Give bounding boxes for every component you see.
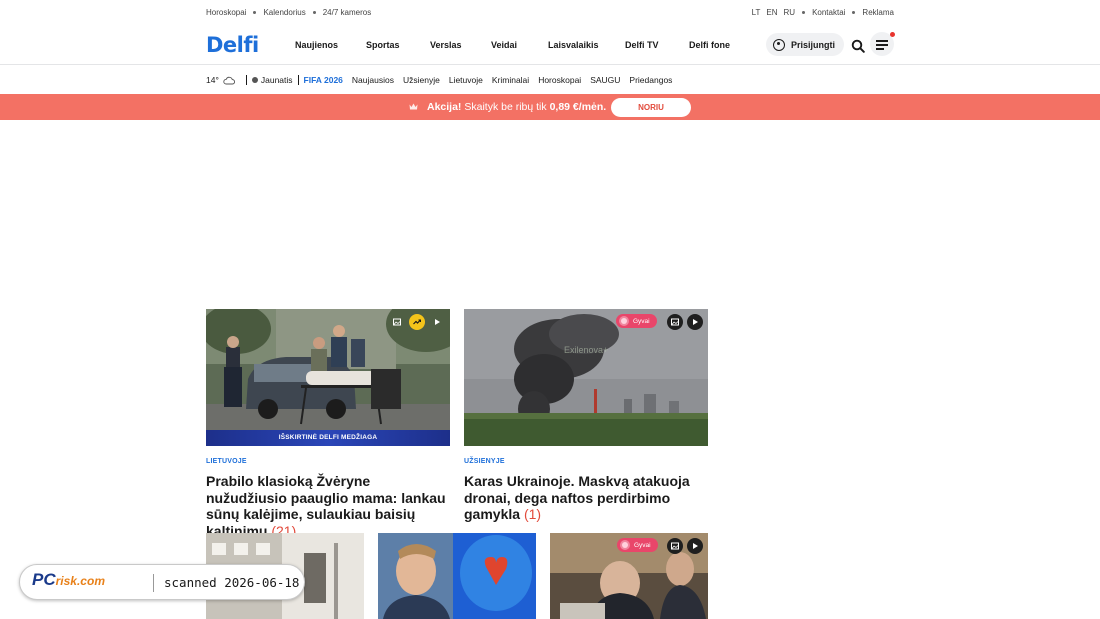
live-label: Gyvai [633,317,650,325]
live-badge: Gyvai [616,314,657,328]
promo-text: Akcija! Skaityk be ribų tik 0,89 €/mėn. [427,101,606,113]
nav-item-sports[interactable]: Sportas [366,40,400,50]
subnav-link-abroad[interactable]: Užsienyje [403,75,440,85]
article-image-crime-scene[interactable]: IŠSKIRTINĖ DELFI MEDŽIAGA [206,309,450,446]
live-dot-icon [622,542,628,548]
hamburger-line [876,48,884,50]
cloud-icon [223,76,235,84]
live-dot-icon [621,318,627,324]
separator-dot [312,11,316,14]
menu-button[interactable] [870,32,895,56]
separator-line [297,75,299,85]
login-button[interactable]: Prisijungti [766,33,844,56]
gallery-icon [389,314,405,330]
separator-line [245,75,247,85]
subnav-link-fifa[interactable]: FIFA 2026 [304,75,343,85]
live-label: Gyvai [634,541,651,549]
trending-icon [409,314,425,330]
article-headline[interactable]: Karas Ukrainoje. Maskvą atakuoja dronai,… [464,473,714,523]
hamburger-line [876,40,888,42]
language-lt[interactable]: LT [752,8,761,17]
promo-message: Skaityk be ribų tik [464,101,547,113]
promo-bold: Akcija! [427,101,462,113]
delfi-logo[interactable]: Delfi [206,33,259,57]
language-ru[interactable]: RU [784,8,796,17]
nav-item-delfi-fone[interactable]: Delfi fone [689,40,730,50]
headline-text: Karas Ukrainoje. Maskvą atakuoja dronai,… [464,473,690,522]
subnav-link-saugu[interactable]: SAUGU [590,75,620,85]
moon-phase: Jaunatis [260,75,293,85]
article-image-meeting[interactable]: Gyvai [550,533,708,619]
article-image-smoke[interactable]: Exilenova+ Gyvai [464,309,708,446]
notification-dot [890,32,895,37]
hamburger-line [876,44,888,46]
nav-item-business[interactable]: Verslas [430,40,462,50]
article-category[interactable]: UŽSIENYJE [464,458,505,465]
pcrisk-logo-suffix: risk.com [55,574,105,588]
separator-dot [253,11,257,14]
article-category[interactable]: LIETUVOJE [206,458,247,465]
subnav-link-crime[interactable]: Kriminalai [492,75,529,85]
promo-price: 0,89 €/mėn. [549,101,607,113]
gallery-icon [667,538,683,554]
promo-cta-button[interactable]: NORIU [611,98,691,117]
language-en[interactable]: EN [766,8,777,17]
video-icon [429,314,445,330]
nav-item-news[interactable]: Naujienos [295,40,338,50]
heart-health-photo [378,533,536,619]
utility-link-cameras[interactable]: 24/7 kameros [323,8,371,17]
nav-item-delfi-tv[interactable]: Delfi TV [625,40,659,50]
crown-icon [409,103,418,110]
temperature: 14° [206,75,219,85]
nav-item-faces[interactable]: Veidai [491,40,517,50]
article-headline[interactable]: Prabilo klasioką Žvėryne nužudžiusio paa… [206,473,450,539]
subnav-link-horoscopes[interactable]: Horoskopai [538,75,581,85]
top-utility-bar: Horoskopai Kalendorius 24/7 kameros LT E… [0,0,1100,24]
subnav-link-shelters[interactable]: Priedangos [629,75,672,85]
language-and-contact-links: LT EN RU Kontaktai Reklama [752,8,894,17]
utility-link-calendar[interactable]: Kalendorius [263,8,305,17]
subnav-link-latest[interactable]: Naujausios [352,75,394,85]
headline-text: Prabilo klasioką Žvėryne nužudžiusio paa… [206,473,446,539]
watermark-separator [153,574,154,592]
subnav-link-lithuania[interactable]: Lietuvoje [449,75,483,85]
separator-dot [802,11,806,14]
promo-banner: Akcija! Skaityk be ribų tik 0,89 €/mėn. … [0,94,1100,120]
utility-link-contacts[interactable]: Kontaktai [812,8,845,17]
photo-watermark: Exilenova+ [564,345,608,355]
live-badge: Gyvai [617,538,658,552]
nav-item-leisure[interactable]: Laisvalaikis [548,40,599,50]
video-icon [687,314,703,330]
exclusive-label: IŠSKIRTINĖ DELFI MEDŽIAGA [206,430,450,446]
separator-dot [852,11,856,14]
user-icon [773,38,785,51]
scan-date: scanned 2026-06-18 [164,575,300,590]
gallery-icon [667,314,683,330]
search-icon[interactable] [851,39,865,53]
article-image-heart[interactable] [378,533,536,619]
utility-links: Horoskopai Kalendorius 24/7 kameros [206,8,371,17]
pcrisk-watermark: PCrisk.com scanned 2026-06-18 [19,564,305,600]
main-navigation: Delfi Naujienos Sportas Verslas Veidai L… [0,28,1100,64]
login-label: Prisijungti [791,39,836,50]
pcrisk-logo-main: PC [32,570,56,589]
utility-link-ads[interactable]: Reklama [862,8,894,17]
sub-navigation: 14° Jaunatis FIFA 2026 Naujausios Užsien… [206,74,681,86]
pcrisk-logo: PCrisk.com [32,570,105,590]
video-icon [687,538,703,554]
header-divider [0,64,1100,65]
comment-count[interactable]: (1) [524,506,541,522]
utility-link-horoscopes[interactable]: Horoskopai [206,8,246,17]
moon-phase-icon [251,77,258,83]
